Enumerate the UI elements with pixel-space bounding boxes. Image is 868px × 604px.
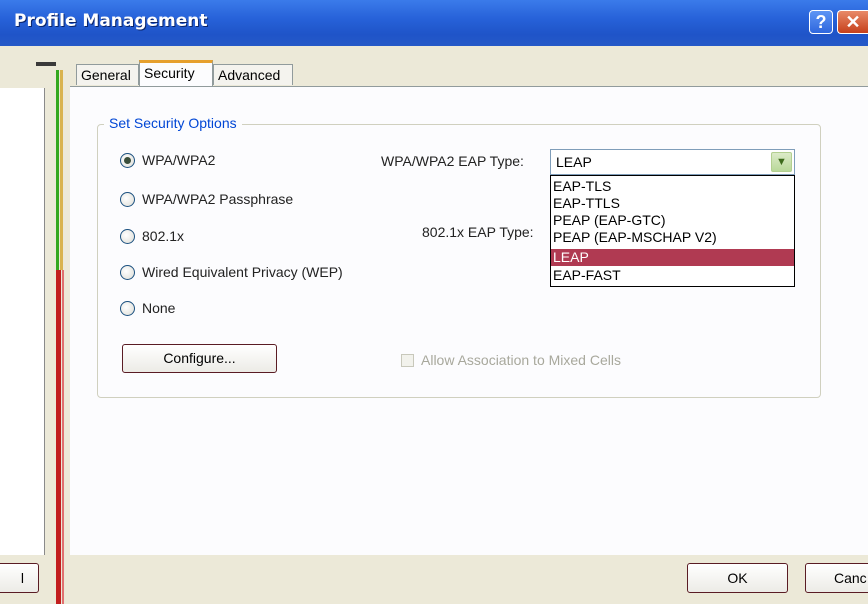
radio-label: 802.1x (142, 228, 185, 244)
radio-button-icon[interactable] (120, 264, 135, 280)
eap-type-dropdown-list: EAP-TLS EAP-TTLS PEAP (EAP-GTC) PEAP (EA… (550, 175, 795, 287)
combo-value: LEAP (556, 154, 592, 170)
tab-general[interactable]: General (76, 64, 139, 85)
dropdown-option[interactable]: EAP-TTLS (551, 195, 794, 212)
close-button[interactable]: ✕ (837, 10, 868, 34)
accent-stripe-red (56, 270, 61, 604)
radio-label: None (142, 300, 176, 316)
tab-security[interactable]: Security (139, 60, 213, 86)
wpa-eap-type-label: WPA/WPA2 EAP Type: (381, 153, 524, 169)
accent-stripe-gold (60, 70, 63, 270)
dropdown-option[interactable]: PEAP (EAP-MSCHAP V2) (551, 229, 794, 246)
radio-selected-dot (124, 156, 131, 164)
tab-advanced[interactable]: Advanced (213, 64, 293, 85)
accent-stripe-red-light (62, 270, 64, 604)
radio-label: Wired Equivalent Privacy (WEP) (142, 264, 343, 280)
dropdown-option[interactable]: PEAP (EAP-GTC) (551, 212, 794, 229)
radio-button-icon[interactable] (120, 300, 135, 316)
dropdown-option[interactable]: EAP-FAST (551, 267, 794, 284)
chevron-down-icon[interactable]: ▼ (771, 152, 792, 172)
help-button[interactable]: ? (809, 10, 833, 34)
cancel-button[interactable]: Canc (805, 563, 868, 593)
title-bar: Profile Management ? ✕ (0, 0, 868, 46)
radio-label: WPA/WPA2 Passphrase (142, 191, 294, 207)
configure-button[interactable]: Configure... (122, 344, 277, 373)
radio-button-icon[interactable] (120, 191, 135, 207)
dropdown-option[interactable]: EAP-TLS (551, 178, 794, 195)
radio-label: WPA/WPA2 (142, 152, 216, 168)
radio-none[interactable]: None (120, 297, 175, 319)
mixed-cells-checkbox[interactable] (401, 353, 414, 367)
dropdown-option-selected[interactable]: LEAP (551, 249, 794, 266)
radio-wep[interactable]: Wired Equivalent Privacy (WEP) (120, 261, 343, 283)
cancel-button-partial[interactable]: l (0, 563, 39, 593)
radio-wpa[interactable]: WPA/WPA2 (120, 149, 215, 171)
mixed-cells-option: Allow Association to Mixed Cells (401, 352, 621, 368)
hidden-tab-edge (36, 62, 56, 66)
left-panel (0, 88, 45, 555)
accent-stripe-green (56, 70, 59, 270)
radio-button-icon[interactable] (120, 228, 135, 244)
radio-802-1x[interactable]: 802.1x (120, 225, 184, 247)
wpa-eap-type-combo[interactable]: LEAP ▼ (550, 149, 795, 175)
group-label: Set Security Options (104, 115, 242, 131)
window-title: Profile Management (14, 11, 208, 31)
dot1x-eap-type-label: 802.1x EAP Type: (422, 224, 534, 240)
radio-wpa-passphrase[interactable]: WPA/WPA2 Passphrase (120, 188, 293, 210)
mixed-cells-label: Allow Association to Mixed Cells (421, 352, 621, 368)
radio-button-icon[interactable] (120, 152, 135, 168)
ok-button[interactable]: OK (687, 563, 788, 593)
